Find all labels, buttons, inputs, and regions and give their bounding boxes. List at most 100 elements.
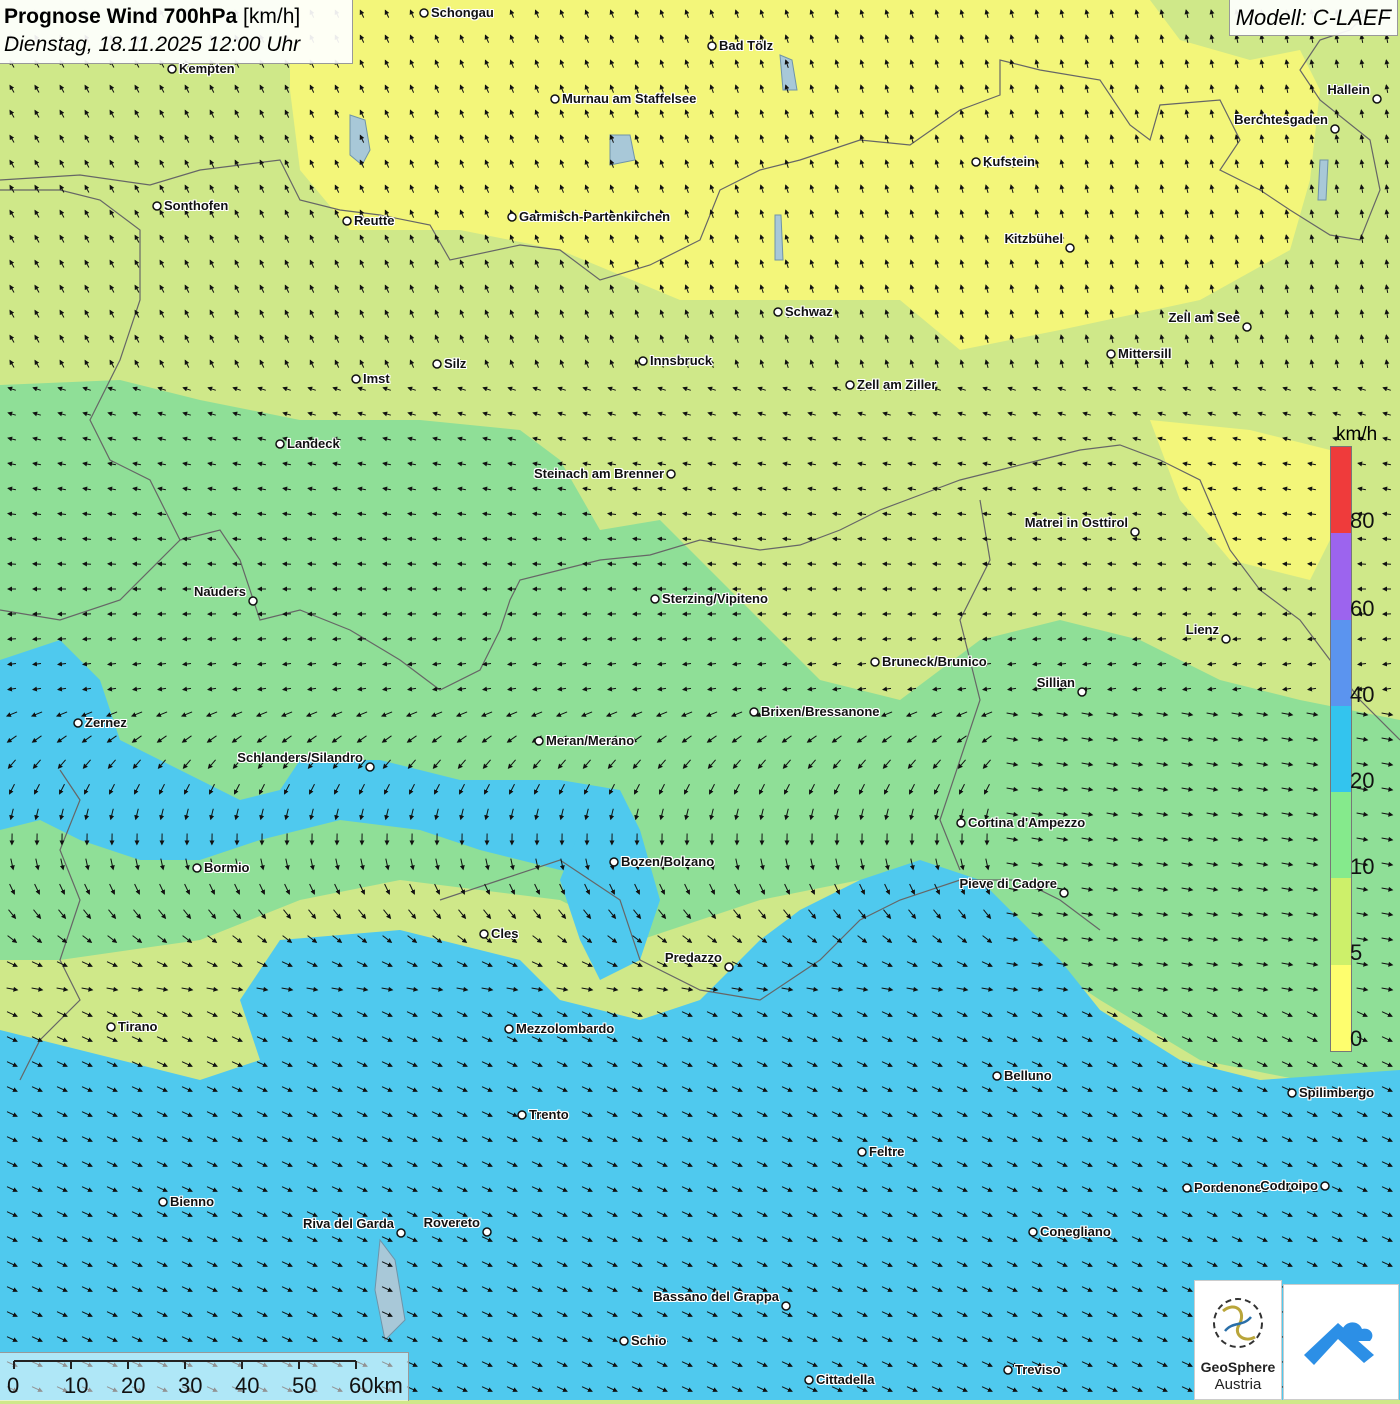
place-label: Zell am Ziller bbox=[857, 377, 936, 392]
wind-arrow bbox=[858, 639, 866, 640]
wind-arrow bbox=[83, 639, 91, 640]
place-label: Belluno bbox=[1004, 1068, 1052, 1083]
place-label: Schongau bbox=[431, 5, 494, 20]
legend-unit: km/h bbox=[1336, 424, 1377, 446]
wind-arrow bbox=[658, 639, 666, 640]
place-label: Pieve di Cadore bbox=[959, 876, 1057, 891]
place-label: Mittersill bbox=[1118, 346, 1171, 361]
place-label: Trento bbox=[529, 1107, 569, 1122]
place-label: Feltre bbox=[869, 1144, 904, 1159]
legend-swatch bbox=[1331, 706, 1351, 792]
scale-label: 10 bbox=[64, 1373, 88, 1399]
place-marker bbox=[483, 1228, 491, 1236]
place-label: Cles bbox=[491, 926, 518, 941]
place-marker bbox=[193, 864, 201, 872]
lake-2 bbox=[610, 135, 635, 165]
place-marker bbox=[1183, 1184, 1191, 1192]
place-label: Pordenone bbox=[1194, 1180, 1262, 1195]
legend-swatch bbox=[1331, 792, 1351, 878]
place-marker bbox=[1066, 244, 1074, 252]
place-label: Schio bbox=[631, 1333, 666, 1348]
place-marker bbox=[1243, 323, 1251, 331]
place-marker bbox=[480, 930, 488, 938]
place-marker bbox=[1331, 125, 1339, 133]
place-label: Landeck bbox=[287, 436, 340, 451]
mountain-cloud-icon bbox=[1284, 1285, 1398, 1399]
place-marker bbox=[1222, 635, 1230, 643]
place-marker bbox=[352, 375, 360, 383]
place-marker bbox=[1107, 350, 1115, 358]
place-marker bbox=[159, 1198, 167, 1206]
place-marker bbox=[433, 360, 441, 368]
place-label: Bad Tölz bbox=[719, 38, 773, 53]
place-label: Riva del Garda bbox=[303, 1216, 394, 1231]
geosphere-logo[interactable]: GeoSphere Austria bbox=[1194, 1280, 1282, 1400]
scale-bar: 0102030405060km bbox=[0, 1352, 409, 1401]
place-label: Tirano bbox=[118, 1019, 158, 1034]
place-label: Sillian bbox=[1037, 675, 1075, 690]
place-marker bbox=[74, 719, 82, 727]
wind-arrow bbox=[8, 639, 16, 640]
wind-arrow bbox=[258, 639, 266, 640]
place-marker bbox=[993, 1072, 1001, 1080]
place-marker bbox=[957, 819, 965, 827]
place-label: Zell am See bbox=[1168, 310, 1240, 325]
legend-swatch bbox=[1331, 878, 1351, 964]
place-label: Bassano del Grappa bbox=[653, 1289, 779, 1304]
place-label: Kitzbühel bbox=[1005, 231, 1064, 246]
place-label: Lienz bbox=[1186, 622, 1219, 637]
wetter-app-logo[interactable] bbox=[1283, 1284, 1399, 1400]
model-label: Modell: C-LAEF bbox=[1229, 0, 1398, 36]
place-label: Meran/Merano bbox=[546, 733, 634, 748]
wind-arrow bbox=[183, 639, 191, 640]
wind-arrow bbox=[208, 639, 216, 640]
place-marker bbox=[343, 217, 351, 225]
title-bold: Prognose Wind 700hPa bbox=[4, 5, 237, 28]
place-marker bbox=[846, 381, 854, 389]
wind-arrow bbox=[558, 639, 566, 640]
place-marker bbox=[972, 158, 980, 166]
place-marker bbox=[551, 95, 559, 103]
place-label: Nauders bbox=[194, 584, 246, 599]
wind-arrow bbox=[1058, 639, 1066, 640]
legend-swatch bbox=[1331, 447, 1351, 533]
legend-label: 20 bbox=[1350, 768, 1374, 794]
place-label: Steinach am Brenner bbox=[534, 466, 664, 481]
wind-arrow bbox=[458, 639, 466, 640]
place-label: Reutte bbox=[354, 213, 394, 228]
legend-label: 80 bbox=[1350, 508, 1374, 534]
legend-swatch bbox=[1331, 620, 1351, 706]
place-label: Sterzing/Vipiteno bbox=[662, 591, 768, 606]
title-unit: [km/h] bbox=[243, 5, 300, 28]
place-label: Codroipo bbox=[1260, 1178, 1318, 1193]
place-marker bbox=[420, 9, 428, 17]
place-label: Mezzolombardo bbox=[516, 1021, 614, 1036]
place-marker bbox=[1131, 528, 1139, 536]
place-label: Schlanders/Silandro bbox=[237, 750, 363, 765]
logo-text-line1: GeoSphere bbox=[1195, 1359, 1281, 1375]
place-marker bbox=[774, 308, 782, 316]
place-label: Murnau am Staffelsee bbox=[562, 91, 696, 106]
wind-arrow bbox=[1208, 639, 1216, 640]
place-label: Matrei in Osttirol bbox=[1025, 515, 1128, 530]
wind-arrow bbox=[308, 639, 316, 640]
wind-arrow bbox=[408, 639, 416, 640]
wind-arrow bbox=[1008, 639, 1016, 640]
place-marker bbox=[667, 470, 675, 478]
scale-label: 30 bbox=[178, 1373, 202, 1399]
place-marker bbox=[1029, 1228, 1037, 1236]
wind-arrow bbox=[883, 639, 891, 640]
wind-arrow bbox=[683, 639, 691, 640]
place-label: Imst bbox=[363, 371, 390, 386]
place-label: Bienno bbox=[170, 1194, 214, 1209]
place-marker bbox=[1373, 95, 1381, 103]
place-marker bbox=[725, 963, 733, 971]
place-marker bbox=[366, 763, 374, 771]
wind-arrow bbox=[1133, 639, 1141, 640]
place-label: Brixen/Bressanone bbox=[761, 704, 880, 719]
wind-arrow bbox=[1358, 639, 1366, 640]
wind-arrow bbox=[708, 639, 716, 640]
place-label: Cittadella bbox=[816, 1372, 875, 1387]
wind-arrow bbox=[433, 639, 441, 640]
place-label: Hallein bbox=[1327, 82, 1370, 97]
